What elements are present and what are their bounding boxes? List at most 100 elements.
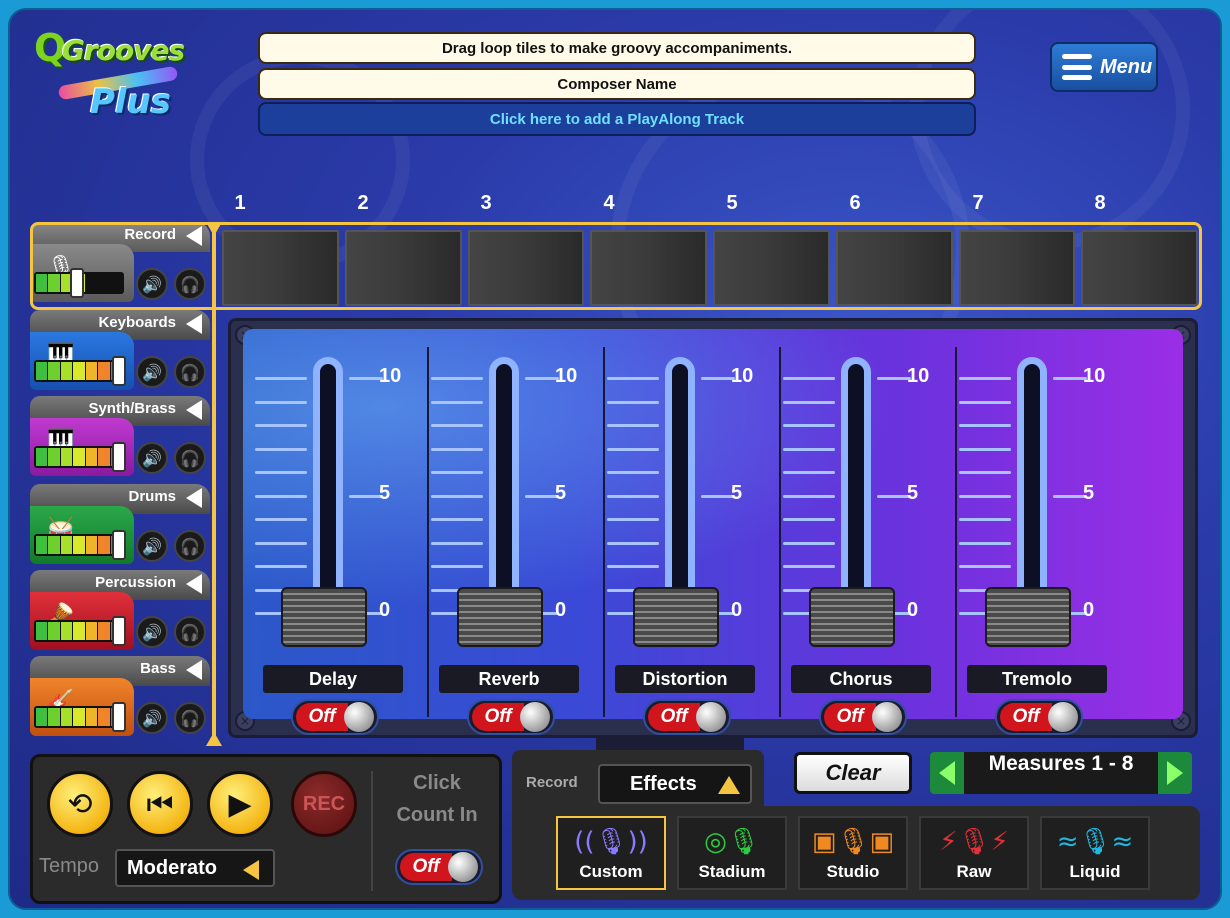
expand-arrow-icon[interactable] <box>186 400 202 420</box>
composer-name-field[interactable]: Composer Name <box>258 68 976 100</box>
toggle-knob <box>696 702 726 732</box>
scale-label: 5 <box>907 482 919 504</box>
effect-label: Chorus <box>791 665 931 693</box>
record-button[interactable]: REC <box>291 771 357 837</box>
play-button[interactable]: ▶ <box>207 771 273 837</box>
click-count-in-label: Click Count In <box>381 767 493 831</box>
preset-studio[interactable]: ▣🎙▣ Studio <box>798 816 908 890</box>
speaker-icon[interactable]: 🔊 <box>136 616 168 648</box>
speaker-icon[interactable]: 🔊 <box>136 442 168 474</box>
add-playalong-track-button[interactable]: Click here to add a PlayAlong Track <box>258 102 976 136</box>
track-synth-brass[interactable]: 🎹 Synth/Brass 🔊 🎧 <box>30 396 210 478</box>
measure-cell[interactable] <box>590 230 707 306</box>
measure-cell[interactable] <box>835 230 953 306</box>
toggle-knob <box>872 702 902 732</box>
fader-tick <box>431 565 483 568</box>
fader-handle[interactable] <box>457 587 543 647</box>
headphones-icon[interactable]: 🎧 <box>174 356 206 388</box>
next-measures-button[interactable] <box>1158 752 1192 794</box>
fader-tick <box>431 424 483 427</box>
headphones-icon[interactable]: 🎧 <box>174 530 206 562</box>
preset-raw[interactable]: ⚡🎙⚡ Raw <box>919 816 1029 890</box>
volume-slider[interactable] <box>112 356 126 386</box>
rewind-button[interactable]: ⏮ <box>127 771 193 837</box>
track-percussion[interactable]: 🪘 Percussion 🔊 🎧 <box>30 570 210 652</box>
fader-tick <box>959 424 1011 427</box>
fader-tick <box>877 494 911 498</box>
tempo-select[interactable]: Moderato <box>115 849 275 887</box>
measure-cell[interactable] <box>1081 230 1198 306</box>
expand-arrow-icon[interactable] <box>186 314 202 334</box>
fader-handle[interactable] <box>633 587 719 647</box>
preset-tiles: ((🎙)) Custom ◎🎙 Stadium ▣🎙▣ Studio ⚡🎙⚡ R… <box>512 806 1200 900</box>
clear-button[interactable]: Clear <box>794 752 912 794</box>
measure-cell[interactable] <box>344 230 462 306</box>
effect-toggle[interactable]: Off <box>819 699 907 735</box>
headphones-icon[interactable]: 🎧 <box>174 616 206 648</box>
playhead-top-handle[interactable] <box>206 222 222 236</box>
stadium-mic-icon: ◎🎙 <box>704 827 760 857</box>
playhead[interactable] <box>212 226 216 746</box>
volume-slider[interactable] <box>112 530 126 560</box>
toggle-state: Off <box>648 703 700 731</box>
liquid-mic-icon: ≈🎙≈ <box>1056 827 1134 857</box>
toggle-knob <box>448 852 478 882</box>
fader-handle[interactable] <box>281 587 367 647</box>
fader-tick <box>607 400 659 404</box>
expand-arrow-icon[interactable] <box>186 488 202 508</box>
fader-tick <box>255 447 307 451</box>
measure-cell[interactable] <box>713 230 830 306</box>
menu-button[interactable]: Menu <box>1050 42 1158 92</box>
track-drums[interactable]: 🥁 Drums 🔊 🎧 <box>30 484 210 566</box>
toggle-state: Off <box>472 703 524 731</box>
track-bass[interactable]: 🎸 Bass 🔊 🎧 <box>30 656 210 738</box>
effects-dropdown[interactable]: Effects <box>598 764 752 804</box>
fader-tick <box>783 494 835 498</box>
expand-arrow-icon[interactable] <box>186 574 202 594</box>
effects-faders: 10 5 0 Delay Off 10 5 0 Reverb Off 10 5 0 Distortion O… <box>243 329 1183 735</box>
effect-toggle[interactable]: Off <box>291 699 379 735</box>
measure-cell[interactable] <box>958 230 1076 306</box>
fader-tick <box>959 400 1011 404</box>
effect-toggle[interactable]: Off <box>467 699 555 735</box>
speaker-icon[interactable]: 🔊 <box>136 356 168 388</box>
speaker-icon[interactable]: 🔊 <box>136 530 168 562</box>
track-keyboards[interactable]: 🎹 Keyboards 🔊 🎧 <box>30 310 210 392</box>
preset-custom[interactable]: ((🎙)) Custom <box>556 816 666 890</box>
track-record[interactable]: 🎙 Record 🔊 🎧 <box>30 222 210 304</box>
fader-tick <box>607 424 659 427</box>
measure-cell[interactable] <box>467 230 585 306</box>
fader-tick <box>607 377 659 380</box>
headphones-icon[interactable]: 🎧 <box>174 268 206 300</box>
toggle-state: Off <box>824 703 876 731</box>
effect-toggle[interactable]: Off <box>643 699 731 735</box>
preset-label: Custom <box>579 862 643 881</box>
previous-measures-button[interactable] <box>930 752 964 794</box>
preset-label: Raw <box>956 862 992 881</box>
fader-tremolo: 10 5 0 Tremolo Off <box>955 347 1125 735</box>
headphones-icon[interactable]: 🎧 <box>174 442 206 474</box>
volume-slider[interactable] <box>112 616 126 646</box>
expand-arrow-icon[interactable] <box>186 660 202 680</box>
preset-stadium[interactable]: ◎🎙 Stadium <box>677 816 787 890</box>
speaker-icon[interactable]: 🔊 <box>136 268 168 300</box>
fader-handle[interactable] <box>809 587 895 647</box>
effect-label: Delay <box>263 665 403 693</box>
volume-slider[interactable] <box>112 702 126 732</box>
preset-liquid[interactable]: ≈🎙≈ Liquid <box>1040 816 1150 890</box>
fader-tick <box>783 518 835 521</box>
playhead-bottom-handle[interactable] <box>206 732 222 746</box>
click-count-in-toggle[interactable]: Off <box>395 849 483 885</box>
fader-reverb: 10 5 0 Reverb Off <box>427 347 605 735</box>
headphones-icon[interactable]: 🎧 <box>174 702 206 734</box>
fader-tick <box>255 518 307 521</box>
volume-slider[interactable] <box>112 442 126 472</box>
fader-handle[interactable] <box>985 587 1071 647</box>
effect-toggle[interactable]: Off <box>995 699 1083 735</box>
speaker-icon[interactable]: 🔊 <box>136 702 168 734</box>
measure-cell[interactable] <box>222 230 339 306</box>
loop-button[interactable]: ⟲ <box>47 771 113 837</box>
measure-number: 6 <box>849 192 861 214</box>
volume-slider[interactable] <box>70 268 84 298</box>
expand-arrow-icon[interactable] <box>186 226 202 246</box>
